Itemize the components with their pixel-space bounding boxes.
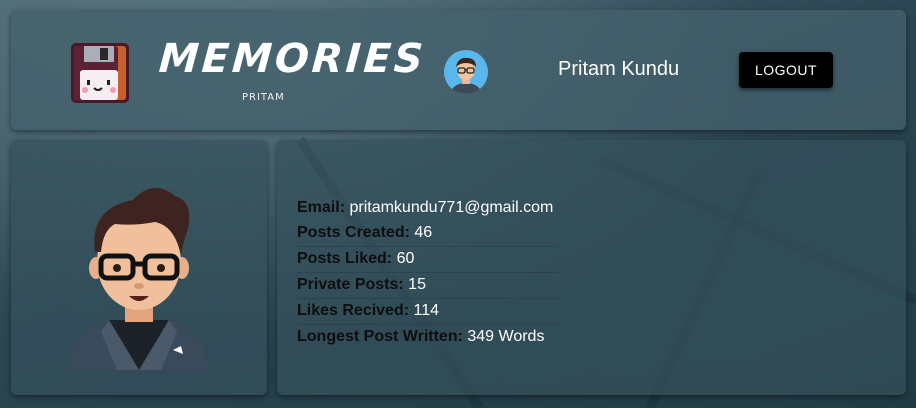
stat-longest-post: Longest Post Written: 349 Words <box>297 325 559 350</box>
user-avatar-large-icon <box>69 187 209 370</box>
stat-posts-created: Posts Created: 46 <box>297 221 559 247</box>
likes-received-value: 114 <box>413 302 440 319</box>
longest-post-value: 349 Words <box>467 328 545 345</box>
stat-label: Likes Recived: <box>297 302 410 319</box>
stat-label: Posts Created: <box>297 224 410 241</box>
brand-subtitle: PRITAM <box>242 92 285 103</box>
stat-private-posts: Private Posts: 15 <box>297 273 559 299</box>
user-avatar-icon[interactable] <box>443 49 489 95</box>
brand-title: MEMORIES <box>157 36 428 82</box>
floppy-disk-icon <box>71 43 129 103</box>
posts-created-value: 46 <box>414 224 433 241</box>
stat-label: Posts Liked: <box>297 250 393 267</box>
app-header: MEMORIES PRITAM Pritam Kundu LOGOUT <box>11 10 906 130</box>
user-name: Pritam Kundu <box>558 58 680 80</box>
logout-button[interactable]: LOGOUT <box>739 52 833 88</box>
private-posts-value: 15 <box>408 276 426 293</box>
profile-avatar-card <box>11 140 267 395</box>
profile-info-card: Email: pritamkundu771@gmail.com Posts Cr… <box>277 140 906 395</box>
stat-label: Private Posts: <box>297 276 404 293</box>
email-value: pritamkundu771@gmail.com <box>349 199 554 216</box>
stat-email: Email: pritamkundu771@gmail.com <box>297 196 559 221</box>
stat-label: Email: <box>297 199 346 216</box>
stat-posts-liked: Posts Liked: 60 <box>297 247 559 273</box>
stat-likes-received: Likes Recived: 114 <box>297 299 559 325</box>
profile-stats-list: Email: pritamkundu771@gmail.com Posts Cr… <box>297 196 559 350</box>
posts-liked-value: 60 <box>396 250 415 267</box>
stat-label: Longest Post Written: <box>297 328 463 345</box>
